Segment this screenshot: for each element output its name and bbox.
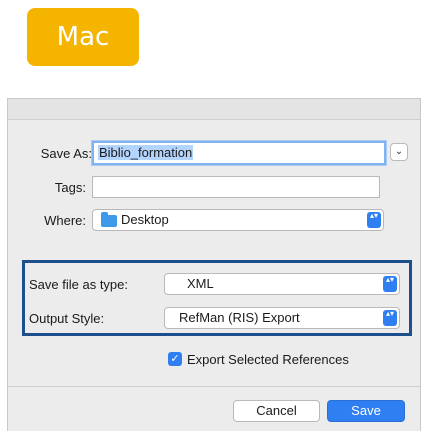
output-style-label: Output Style: xyxy=(29,311,105,326)
popup-arrows-icon: ▴▾ xyxy=(383,310,397,326)
popup-arrows-icon: ▴▾ xyxy=(383,276,397,292)
output-style-popup[interactable]: RefMan (RIS) Export ▴▾ xyxy=(164,307,400,329)
expand-dialog-button[interactable]: ⌄ xyxy=(390,143,408,161)
dialog-titlebar xyxy=(8,99,420,120)
export-selected-label: Export Selected References xyxy=(187,352,349,367)
where-popup[interactable]: Desktop ▴▾ xyxy=(92,209,384,231)
export-selected-checkbox[interactable]: ✓ Export Selected References xyxy=(168,351,408,369)
save-file-type-value: XML xyxy=(187,276,214,291)
save-as-value: Biblio_formation xyxy=(98,145,194,160)
save-file-type-popup[interactable]: XML ▴▾ xyxy=(164,273,400,295)
chevron-down-icon: ⌄ xyxy=(394,146,404,157)
popup-arrows-icon: ▴▾ xyxy=(367,212,381,228)
output-style-value: RefMan (RIS) Export xyxy=(179,310,300,325)
checkbox-checked-icon: ✓ xyxy=(168,352,182,366)
where-label: Where: xyxy=(44,213,86,228)
save-button[interactable]: Save xyxy=(327,400,405,422)
tags-label: Tags: xyxy=(54,180,86,195)
save-file-type-label: Save file as type: xyxy=(29,277,128,292)
mac-badge: Mac xyxy=(27,8,139,66)
footer-divider xyxy=(8,386,420,387)
save-dialog: Save As: Biblio_formation ⌄ Tags: Where:… xyxy=(7,98,421,431)
save-as-field[interactable]: Biblio_formation xyxy=(92,141,386,165)
folder-icon xyxy=(101,212,117,227)
tags-field[interactable] xyxy=(92,176,380,198)
save-as-label: Save As: xyxy=(40,146,92,161)
where-value: Desktop xyxy=(121,212,169,227)
cancel-button[interactable]: Cancel xyxy=(233,400,320,422)
